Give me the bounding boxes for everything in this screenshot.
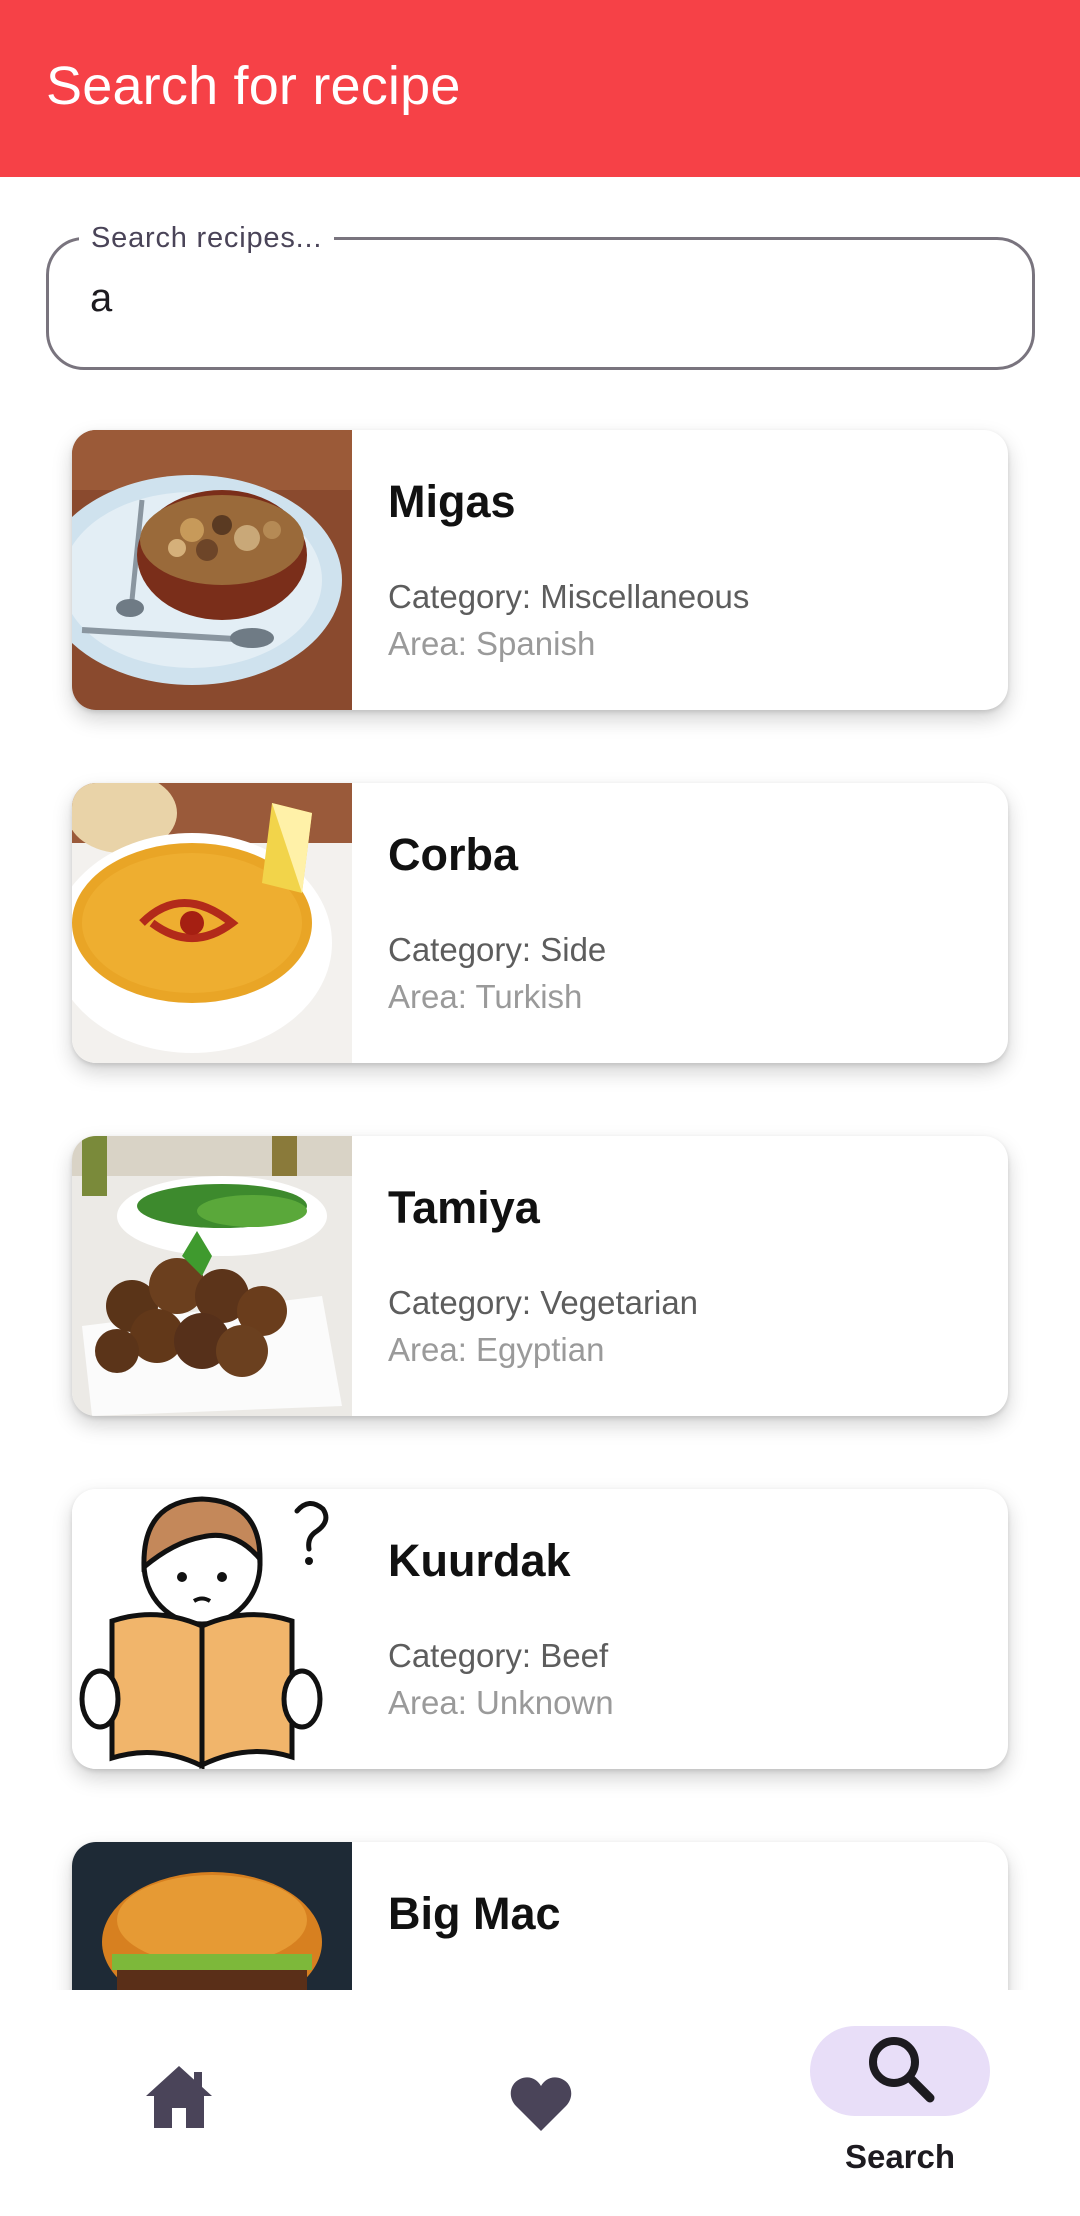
search-input[interactable] [46,237,1035,370]
recipe-card[interactable]: Big Mac [72,1842,1008,1990]
nav-item-home[interactable] [0,1990,360,2216]
recipe-list[interactable]: Migas Category: Miscellaneous Area: Span… [0,400,1080,1990]
bottom-navigation: Search [0,1990,1080,2216]
recipe-card[interactable]: Migas Category: Miscellaneous Area: Span… [72,430,1008,710]
heart-icon [510,2077,572,2131]
recipe-name: Migas [388,476,516,527]
recipe-card[interactable]: Kuurdak Category: Beef Area: Unknown [72,1489,1008,1769]
recipe-category: Category: Beef [388,1637,609,1674]
recipe-area: Area: Unknown [388,1684,614,1721]
nav-label-search: Search [844,2138,956,2175]
search-input-value[interactable]: a [90,276,112,321]
recipe-category: Category: Miscellaneous [388,578,750,615]
recipe-name: Tamiya [388,1182,540,1233]
recipe-image [72,1136,352,1416]
recipe-category: Category: Vegetarian [388,1284,699,1321]
home-icon [146,2066,212,2128]
recipe-category: Category: Side [388,931,607,968]
recipe-area: Area: Spanish [388,625,596,662]
recipe-card[interactable]: Corba Category: Side Area: Turkish [72,783,1008,1063]
nav-item-favorites[interactable] [360,1990,720,2216]
recipe-image [72,783,352,1063]
app-screen: Search for recipe Search recipes... a Mi… [0,0,1080,2216]
page-title: Search for recipe [46,56,461,116]
recipe-area: Area: Turkish [388,978,583,1015]
top-app-bar: Search for recipe [0,0,1080,177]
recipe-image [72,430,352,710]
recipe-name: Kuurdak [388,1535,571,1586]
search-icon [869,2037,935,2103]
recipe-name: Corba [388,829,519,880]
recipe-name: Big Mac [388,1888,561,1939]
recipe-image [72,1842,352,1990]
recipe-card[interactable]: Tamiya Category: Vegetarian Area: Egypti… [72,1136,1008,1416]
recipe-image [72,1489,352,1769]
recipe-area: Area: Egyptian [388,1331,605,1368]
search-input-label: Search recipes... [79,222,335,255]
